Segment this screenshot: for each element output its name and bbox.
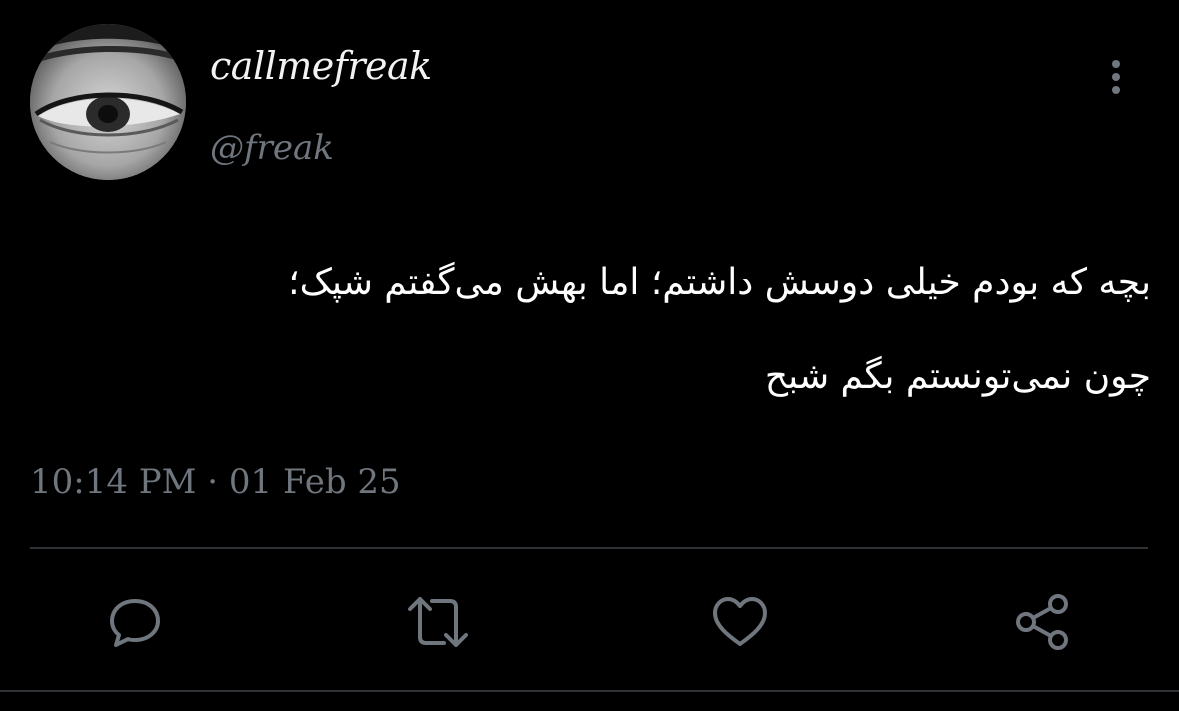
retweet-arrows-icon [408,597,468,647]
tweet-timestamp[interactable]: 10:14 PM · 01 Feb 25 [30,462,401,502]
avatar[interactable] [30,24,186,180]
vertical-ellipsis-icon [1112,60,1120,94]
share-button[interactable] [1010,590,1074,654]
divider [30,547,1148,549]
tweet-text-line: بچه که بودم خیلی دوسش داشتم؛ اما بهش می‌… [288,262,1151,303]
display-name[interactable]: callmefreak [210,44,432,88]
like-button[interactable] [708,590,772,654]
user-handle[interactable]: @freak [210,128,334,168]
share-nodes-icon [1016,594,1068,650]
reply-button[interactable] [103,590,167,654]
more-options-button[interactable] [1096,52,1136,100]
divider [0,690,1179,692]
heart-icon [713,597,767,646]
tweet-text: بچه که بودم خیلی دوسش داشتم؛ اما بهش می‌… [21,236,1151,424]
eye-photo-image [30,24,186,180]
tweet-text-line: چون نمی‌تونستم بگم شبح [764,356,1151,397]
retweet-button[interactable] [406,590,470,654]
speech-bubble-icon [110,599,160,647]
